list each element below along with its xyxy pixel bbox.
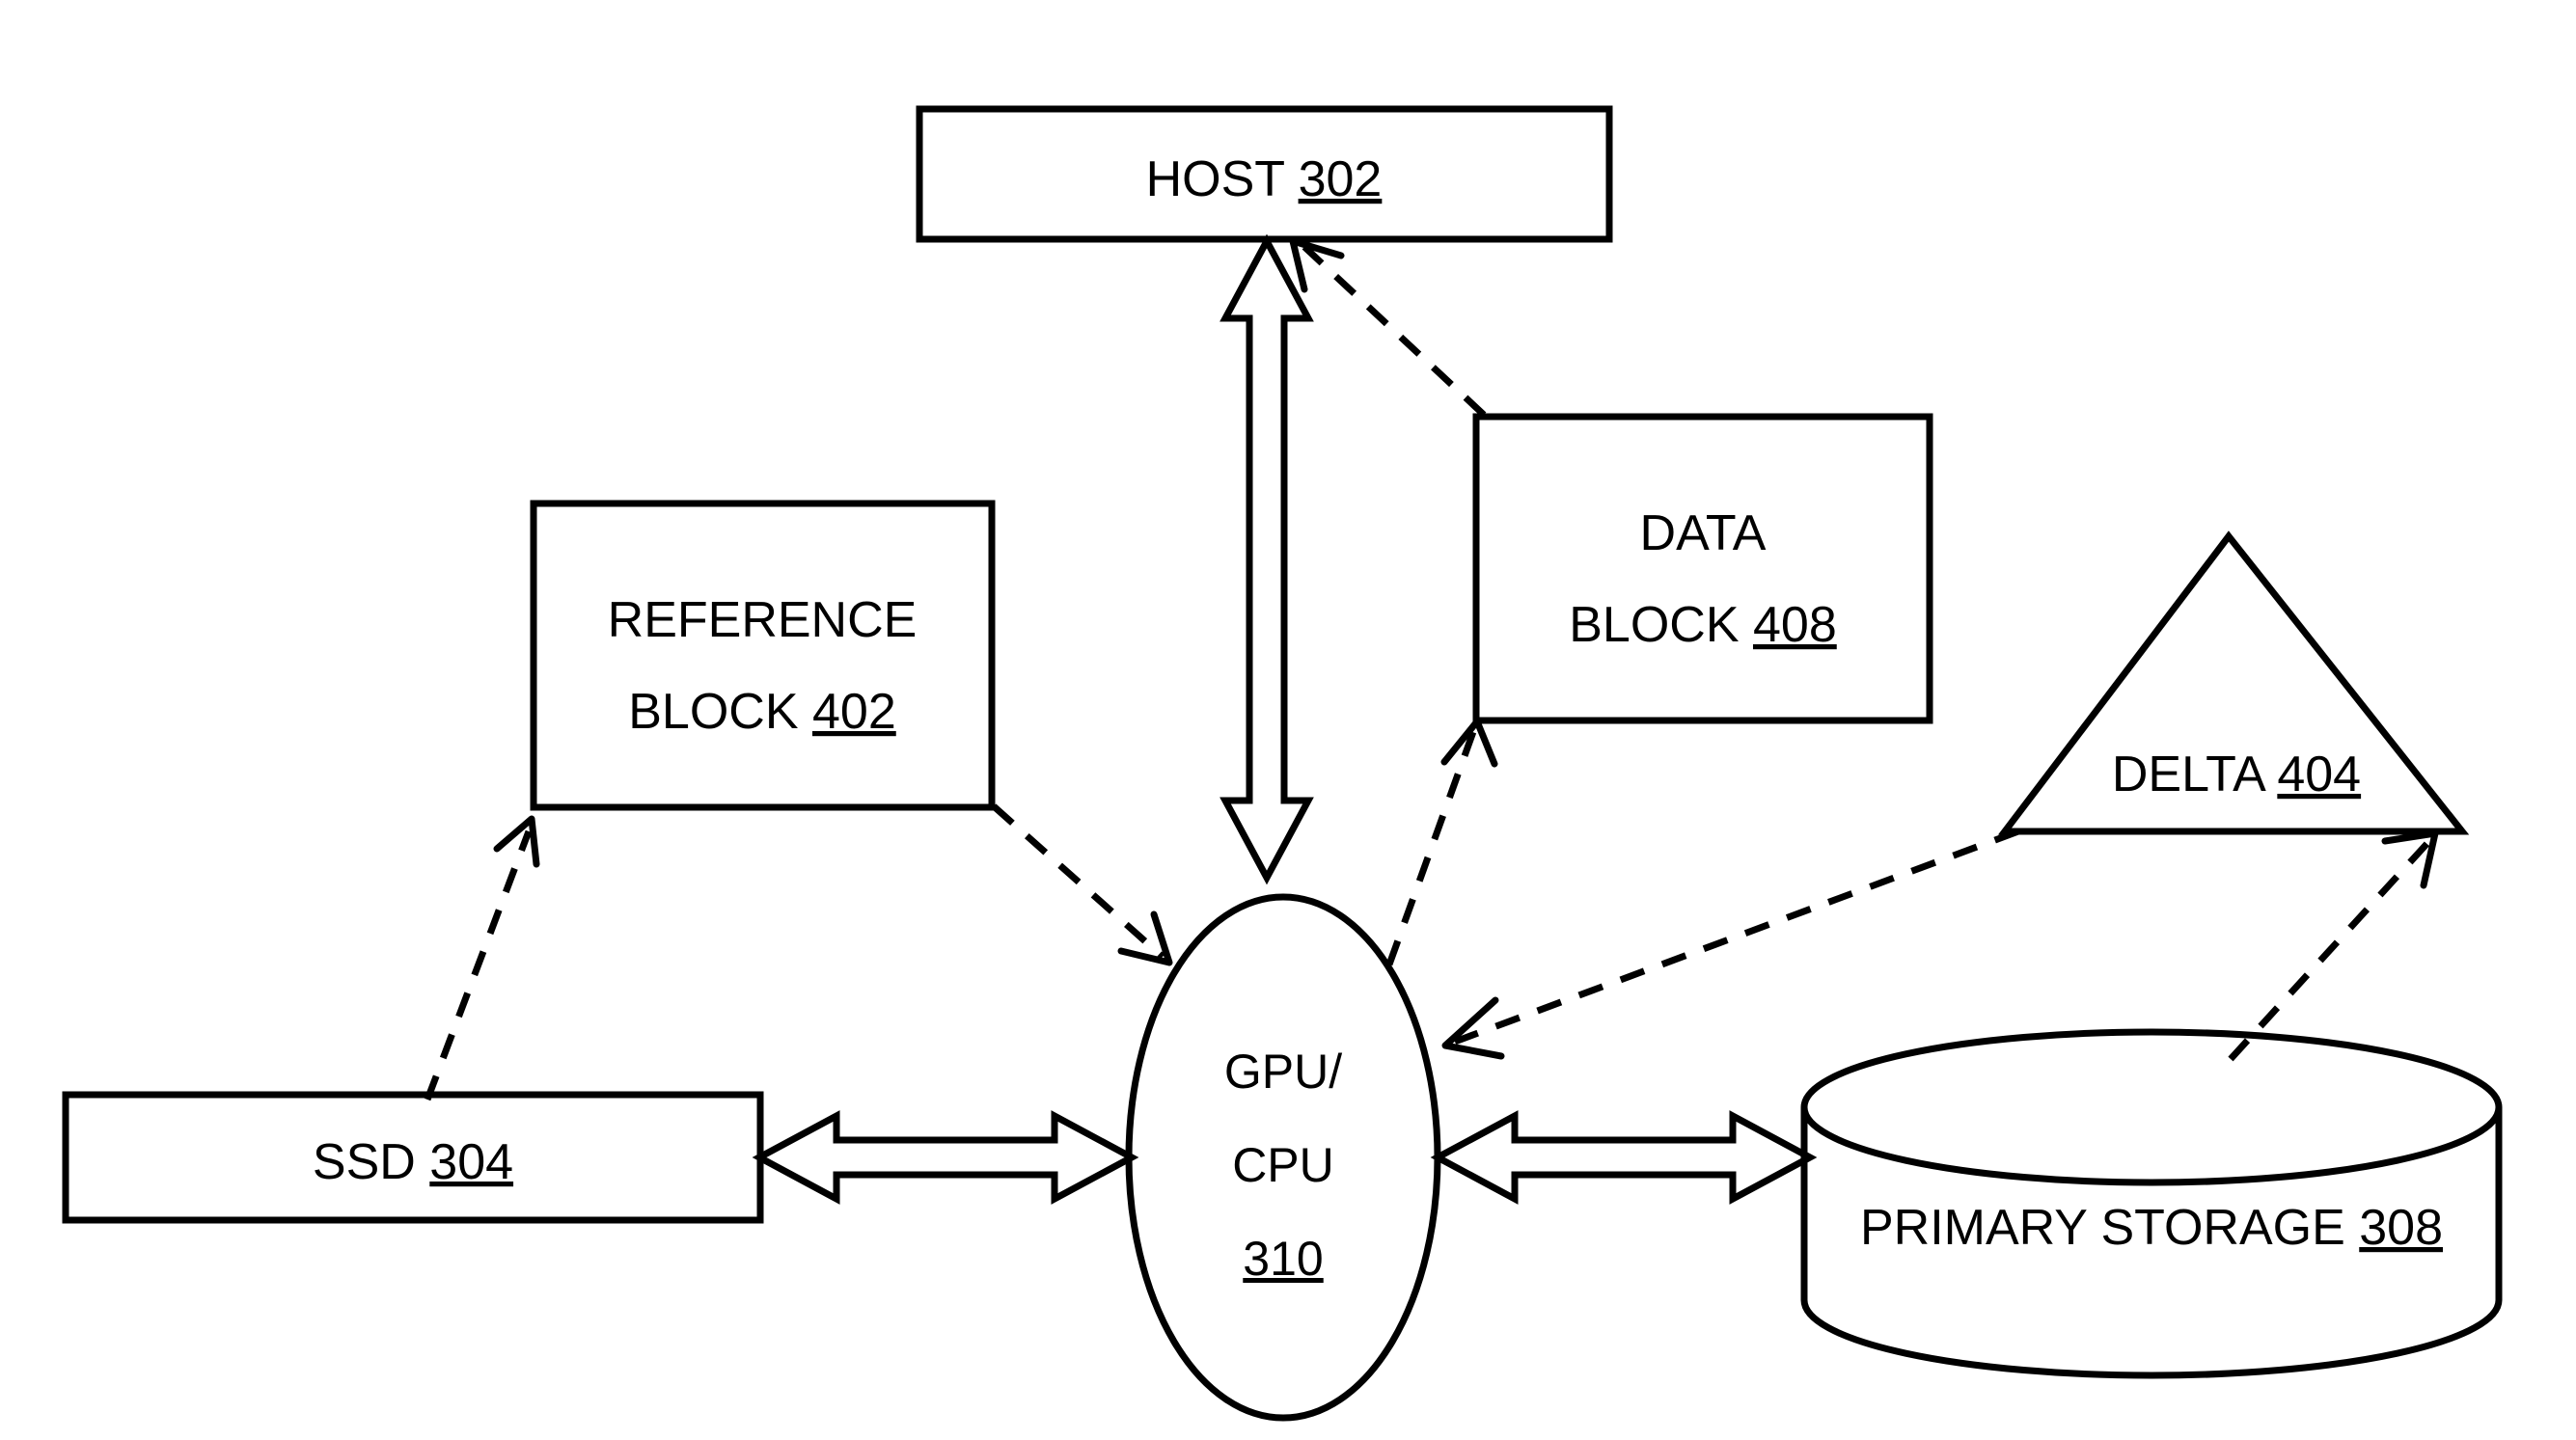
connector-datablock-host xyxy=(1289,237,1487,418)
reference-block-node[interactable]: REFERENCE BLOCK 402 xyxy=(530,500,996,811)
ssd-node[interactable]: SSD 304 xyxy=(62,1091,764,1224)
dashed-line-ssd-reference xyxy=(424,829,533,1101)
connector-gpu-primary xyxy=(1430,1110,1818,1205)
dashed-line-delta-gpu xyxy=(1453,828,2020,1046)
delta-node[interactable]: DELTA 404 xyxy=(1997,530,2470,835)
connector-gpu-datablock xyxy=(1385,718,1498,966)
data-block-node[interactable]: DATA BLOCK 408 xyxy=(1472,413,1933,724)
arrowhead-host-from-datablock xyxy=(1289,237,1345,293)
dashed-line-primary-delta xyxy=(2228,838,2432,1062)
gpu-cpu-label-line1: GPU/ xyxy=(1224,1045,1342,1099)
gpu-cpu-ref-number: 310 xyxy=(1243,1232,1323,1286)
connector-ssd-reference xyxy=(424,815,540,1101)
reference-block-label-line1: REFERENCE xyxy=(608,592,918,648)
host-label: HOST 302 xyxy=(1146,151,1383,207)
connector-primary-delta xyxy=(2228,829,2439,1062)
double-block-arrow-ssd xyxy=(752,1110,1139,1205)
data-block-box[interactable] xyxy=(1472,413,1933,724)
dashed-line-reference-gpu xyxy=(991,803,1165,960)
arrowhead-reference-block xyxy=(493,815,540,868)
data-block-label-line2: BLOCK 408 xyxy=(1569,597,1837,653)
connector-delta-gpu xyxy=(1441,828,2020,1060)
double-block-arrow-vertical xyxy=(1219,233,1314,885)
primary-storage-node[interactable]: PRIMARY STORAGE 308 xyxy=(1800,1028,2503,1379)
reference-block-label-line2: BLOCK 402 xyxy=(628,684,896,740)
reference-block-box[interactable] xyxy=(530,500,996,811)
dashed-line-datablock-host xyxy=(1302,244,1487,418)
ssd-label: SSD 304 xyxy=(313,1134,513,1190)
connector-reference-gpu xyxy=(991,803,1173,966)
arrowhead-gpu-from-delta xyxy=(1441,996,1505,1060)
gpu-cpu-node[interactable]: GPU/ CPU 310 xyxy=(1125,893,1441,1422)
connector-host-gpu xyxy=(1219,233,1314,885)
double-block-arrow-primary xyxy=(1430,1110,1818,1205)
diagram-canvas: HOST 302 REFERENCE BLOCK 402 DATA BLOCK … xyxy=(0,0,2576,1440)
data-block-label-line1: DATA xyxy=(1640,505,1767,561)
primary-storage-label: PRIMARY STORAGE 308 xyxy=(1860,1200,2443,1256)
delta-label: DELTA 404 xyxy=(2112,747,2361,802)
gpu-cpu-label-line2: CPU xyxy=(1232,1138,1334,1192)
connector-ssd-gpu xyxy=(752,1110,1139,1205)
primary-storage-top[interactable] xyxy=(1800,1028,2503,1186)
dashed-line-gpu-datablock xyxy=(1385,727,1478,966)
block-diagram: HOST 302 REFERENCE BLOCK 402 DATA BLOCK … xyxy=(62,105,2503,1422)
host-node[interactable]: HOST 302 xyxy=(916,105,1613,243)
